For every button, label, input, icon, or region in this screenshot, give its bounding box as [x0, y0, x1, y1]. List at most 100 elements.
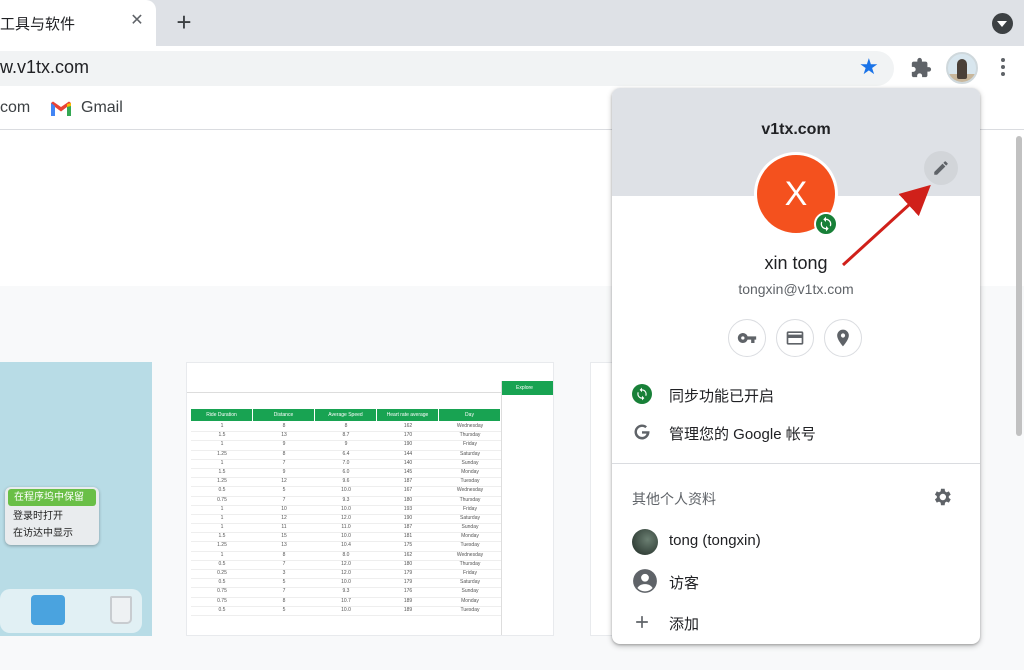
screenshot-card-spreadsheet[interactable]: Ride Duration Distance Average Speed Heart … [186, 362, 554, 636]
page-scrollbar[interactable] [1016, 136, 1022, 436]
sheet-row: 1.25 8 6.4 144 Saturday [191, 451, 501, 460]
sheet-cell: Friday [463, 570, 477, 576]
sheet-cell: 7.0 [342, 459, 350, 466]
active-tab[interactable]: 工具与软件 ✕ [0, 0, 156, 46]
sheet-cell: 187 [403, 524, 413, 531]
gear-icon[interactable] [931, 486, 953, 508]
sheet-row: 1 7 7.0 140 Sunday [191, 460, 501, 469]
passwords-button[interactable] [728, 319, 766, 357]
profile-photo-avatar [632, 529, 658, 555]
edit-profile-button[interactable] [924, 151, 958, 185]
sheet-cell: 12.0 [341, 514, 351, 521]
tab-close-icon[interactable]: ✕ [128, 12, 146, 30]
avatar-figure [957, 59, 967, 79]
sheet-cell: 13 [281, 542, 287, 549]
bookmark-star-icon[interactable]: ★ [859, 55, 879, 79]
account-domain-title: v1tx.com [761, 121, 831, 138]
sheet-cell: Sunday [461, 459, 479, 466]
omnibox[interactable] [0, 51, 894, 86]
sheet-row: 1 11 11.0 187 Sunday [191, 524, 501, 534]
sheet-cell: 176 [403, 588, 413, 595]
sheet-cell: 10.0 [341, 505, 351, 512]
sheet-cell: 0.5 [218, 606, 226, 613]
sheet-cell: 7 [282, 459, 286, 466]
sheet-cell: 6.4 [342, 450, 350, 457]
sheet-cell: 1 [220, 459, 224, 466]
sheet-cell: Sunday [461, 588, 479, 595]
addresses-button[interactable] [824, 319, 862, 357]
sheet-cell: 10.0 [341, 487, 351, 494]
dock-context-menu: 在程序坞中保留 登录时打开 在访达中显示 [5, 487, 99, 545]
add-label: 添加 [669, 616, 700, 633]
sheet-cell: Sunday [461, 524, 479, 531]
sheet-cell: 5 [282, 487, 286, 494]
pencil-icon [934, 161, 948, 175]
sheet-cell: 189 [403, 597, 413, 604]
sheet-cell: Friday [463, 505, 477, 512]
sheet-cell: 5 [282, 606, 286, 613]
sheet-cell: 7 [282, 560, 286, 567]
add-profile-row[interactable]: 添加 [612, 603, 980, 641]
new-tab-button[interactable]: + [172, 9, 196, 35]
guest-label: 访客 [669, 575, 700, 592]
tab-search-icon[interactable] [992, 13, 1013, 34]
sheet-cell: Tuesday [460, 606, 480, 613]
context-menu-item: 在访达中显示 [13, 528, 73, 539]
extensions-puzzle-icon[interactable] [910, 57, 932, 79]
profile-label: tong (tongxin) [669, 532, 761, 549]
sheet-rows: 1 8 8 162 Wednesday 1.5 13 8.7 170 Thursday 1 9 9 190… [191, 423, 501, 616]
sheet-cell: 193 [403, 505, 413, 512]
sync-label: 同步功能已开启 [669, 388, 775, 405]
sheet-cell: 1 [220, 551, 224, 558]
sheet-header-cell: Heart rate average [377, 409, 439, 421]
payment-methods-button[interactable] [776, 319, 814, 357]
explore-bar: Explore [502, 381, 553, 395]
sheet-cell: 5 [282, 579, 286, 586]
sheet-cell: 9 [282, 441, 286, 448]
sheet-cell: 10 [281, 505, 287, 512]
more-menu-icon[interactable] [1001, 58, 1005, 76]
sheet-header-cell: Distance [253, 409, 315, 421]
sync-badge-icon [814, 212, 838, 236]
sheet-cell: Wednesday [456, 551, 484, 558]
location-icon [837, 329, 849, 347]
sheet-cell: 0.75 [217, 496, 227, 503]
downloads-folder-icon [31, 595, 65, 625]
guest-profile-row[interactable]: 访客 [612, 562, 980, 600]
manage-account-label: 管理您的 Google 帐号 [669, 426, 816, 443]
trash-icon [110, 596, 132, 624]
bookmark-item[interactable]: com [0, 99, 30, 117]
bookmark-gmail[interactable]: Gmail [81, 99, 123, 117]
sheet-row: 1 8 8 162 Wednesday [191, 423, 501, 433]
sheet-cell: 12 [281, 514, 287, 521]
profile-avatar-button[interactable] [946, 52, 978, 84]
sheet-row: 0.75 7 9.3 176 Sunday [191, 588, 501, 598]
sheet-cell: Thursday [459, 432, 481, 439]
sheet-cell: Tuesday [460, 478, 480, 485]
sheet-row: 1 8 8.0 162 Wednesday [191, 552, 501, 561]
sheet-cell: Friday [463, 441, 477, 448]
sync-status-row[interactable]: 同步功能已开启 [612, 375, 980, 413]
sheet-cell: 13 [281, 432, 287, 439]
sheet-cell: 10.0 [341, 533, 351, 540]
sheet-cell: 144 [403, 450, 413, 457]
sheet-toolbar [187, 363, 553, 393]
sheet-cell: 1 [220, 505, 224, 512]
manage-account-row[interactable]: 管理您的 Google 帐号 [612, 413, 980, 451]
sheet-cell: Saturday [459, 579, 480, 586]
sheet-cell: 8.7 [342, 432, 350, 439]
sheet-cell: 170 [403, 432, 413, 439]
sheet-row: 0.5 5 10.0 189 Tuesday [191, 607, 501, 616]
sheet-cell: 12.0 [341, 570, 351, 576]
sheet-row: 1.5 13 8.7 170 Thursday [191, 432, 501, 442]
context-menu-item: 在程序坞中保留 [8, 489, 96, 506]
url-text[interactable]: w.v1tx.com [0, 57, 89, 78]
sheet-cell: 0.75 [217, 588, 227, 595]
explore-panel: Explore [501, 381, 553, 635]
sheet-cell: 12.0 [341, 560, 351, 567]
sheet-row: 1.25 13 10.4 175 Tuesday [191, 542, 501, 552]
plus-icon [636, 616, 648, 628]
profile-row-tong[interactable]: tong (tongxin) [612, 522, 980, 560]
guest-person-icon [633, 569, 657, 593]
sheet-cell: 0.5 [218, 579, 226, 586]
